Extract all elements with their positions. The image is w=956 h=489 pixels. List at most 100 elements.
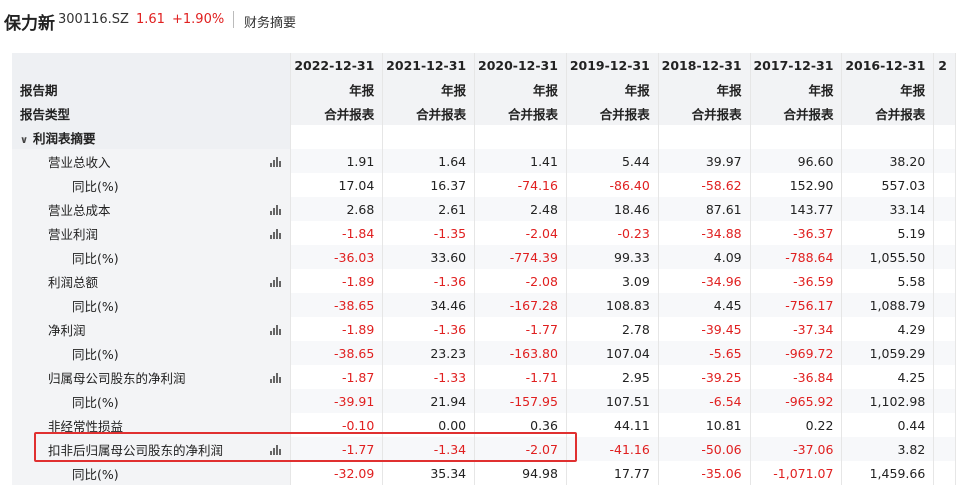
collapse-toggle-icon[interactable]: ∨ [20,135,30,146]
column-header-date[interactable]: 2019-12-31 [566,53,659,77]
table-cell: -38.65 [290,293,384,317]
bar-chart-icon[interactable] [270,444,282,455]
table-cell: 108.83 [566,293,659,317]
section-row[interactable]: ∨ 利润表摘要 [12,125,956,149]
table-cell: -50.06 [658,437,751,461]
table-cell: -1.34 [382,437,476,461]
table-cell: 2.78 [566,317,659,341]
header-cell: 年报 [658,77,751,101]
column-header-date[interactable]: 2022-12-31 [290,53,384,77]
table-cell: 0.44 [841,413,935,437]
table-cell: -36.84 [750,365,843,389]
table-cell: 17.77 [566,461,659,485]
table-cell: -1.77 [474,317,567,341]
stock-header: 保力新 300116.SZ 1.61 +1.90% 财务摘要 [0,0,956,40]
row-label: 非经常性损益 [12,413,292,437]
table-cell: -34.96 [658,269,751,293]
bar-chart-icon[interactable] [270,204,282,215]
column-header-date[interactable]: 2017-12-31 [750,53,843,77]
stock-change: +1.90% [172,12,225,27]
table-cell: -756.17 [750,293,843,317]
table-cell: -74.16 [474,173,567,197]
header-corner [12,53,292,77]
table-cell: -969.72 [750,341,843,365]
table-row: 营业利润 -1.84 -1.35 -2.04 -0.23 -34.88 -36.37 5.19 [12,221,956,245]
bar-chart-icon[interactable] [270,324,282,335]
column-header-date[interactable]: 2018-12-31 [658,53,751,77]
row-label: 同比(%) [12,461,292,485]
bar-chart-icon[interactable] [270,228,282,239]
row-label: 营业利润 [12,221,292,245]
table-cell: -1.77 [290,437,384,461]
column-header-date[interactable]: 2020-12-31 [474,53,567,77]
table-cell: 96.60 [750,149,843,173]
table-cell: 1.91 [290,149,384,173]
row-label: 同比(%) [12,389,292,413]
column-header-date[interactable]: 2016-12-31 [841,53,935,77]
table-cell: -6.54 [658,389,751,413]
table-cell: 1,088.79 [841,293,935,317]
table-cell: -0.23 [566,221,659,245]
table-cell: 33.60 [382,245,476,269]
table-cell-partial [933,365,956,389]
header-cell: 年报 [474,77,567,101]
table-cell-partial [933,293,956,317]
row-label-text: 同比(%) [72,346,119,362]
table-cell: -37.34 [750,317,843,341]
bar-chart-icon[interactable] [270,372,282,383]
table-cell: -32.09 [290,461,384,485]
table-cell: -2.07 [474,437,567,461]
row-label: 同比(%) [12,173,292,197]
table-cell-partial [933,149,956,173]
table-cell: 5.58 [841,269,935,293]
table-header-row: 2022-12-31 2021-12-31 2020-12-31 2019-12-31… [12,53,956,77]
table-cell-partial [933,245,956,269]
table-header-row: 报告类型 合并报表 合并报表 合并报表 合并报表 合并报表 合并报表 合并报表 [12,101,956,125]
table-cell: 44.11 [566,413,659,437]
header-cell: 合并报表 [750,101,843,125]
column-header-date[interactable]: 2021-12-31 [382,53,476,77]
row-label: 利润总额 [12,269,292,293]
table-cell: -167.28 [474,293,567,317]
header-cell: 年报 [841,77,935,101]
table-cell: 107.04 [566,341,659,365]
table-cell: -163.80 [474,341,567,365]
table-cell: -39.91 [290,389,384,413]
table-cell: 3.09 [566,269,659,293]
row-label-text: 同比(%) [72,250,119,266]
bar-chart-icon[interactable] [270,156,282,167]
header-cell: 年报 [290,77,384,101]
table-cell: 4.45 [658,293,751,317]
row-label: 同比(%) [12,293,292,317]
row-label-text: 扣非后归属母公司股东的净利润 [48,442,224,458]
table-cell: 94.98 [474,461,567,485]
section-label-text[interactable]: ∨ 利润表摘要 [12,128,96,147]
table-cell: -1.89 [290,269,384,293]
table-cell: -36.59 [750,269,843,293]
table-cell: 33.14 [841,197,935,221]
financial-summary-tab[interactable]: 财务摘要 [244,12,296,31]
table-cell: 107.51 [566,389,659,413]
row-label: 净利润 [12,317,292,341]
table-cell: -1.84 [290,221,384,245]
row-label-text: 归属母公司股东的净利润 [48,370,186,386]
header-cell-partial [933,101,956,125]
table-cell: -39.45 [658,317,751,341]
table-cell: -1.71 [474,365,567,389]
section-cell [382,125,476,149]
table-cell: -1.87 [290,365,384,389]
table-cell: 2.61 [382,197,476,221]
section-cell [750,125,843,149]
section-cell [566,125,659,149]
row-label: 同比(%) [12,245,292,269]
header-cell: 合并报表 [658,101,751,125]
bar-chart-icon[interactable] [270,276,282,287]
table-cell: 1,059.29 [841,341,935,365]
header-cell-partial [933,77,956,101]
section-label[interactable]: ∨ 利润表摘要 [12,125,292,149]
table-cell: 5.44 [566,149,659,173]
table-cell-partial [933,461,956,485]
header-row-label: 报告类型 [12,101,292,125]
table-cell: 1.41 [474,149,567,173]
header-row-label-text: 报告期 [20,82,58,98]
